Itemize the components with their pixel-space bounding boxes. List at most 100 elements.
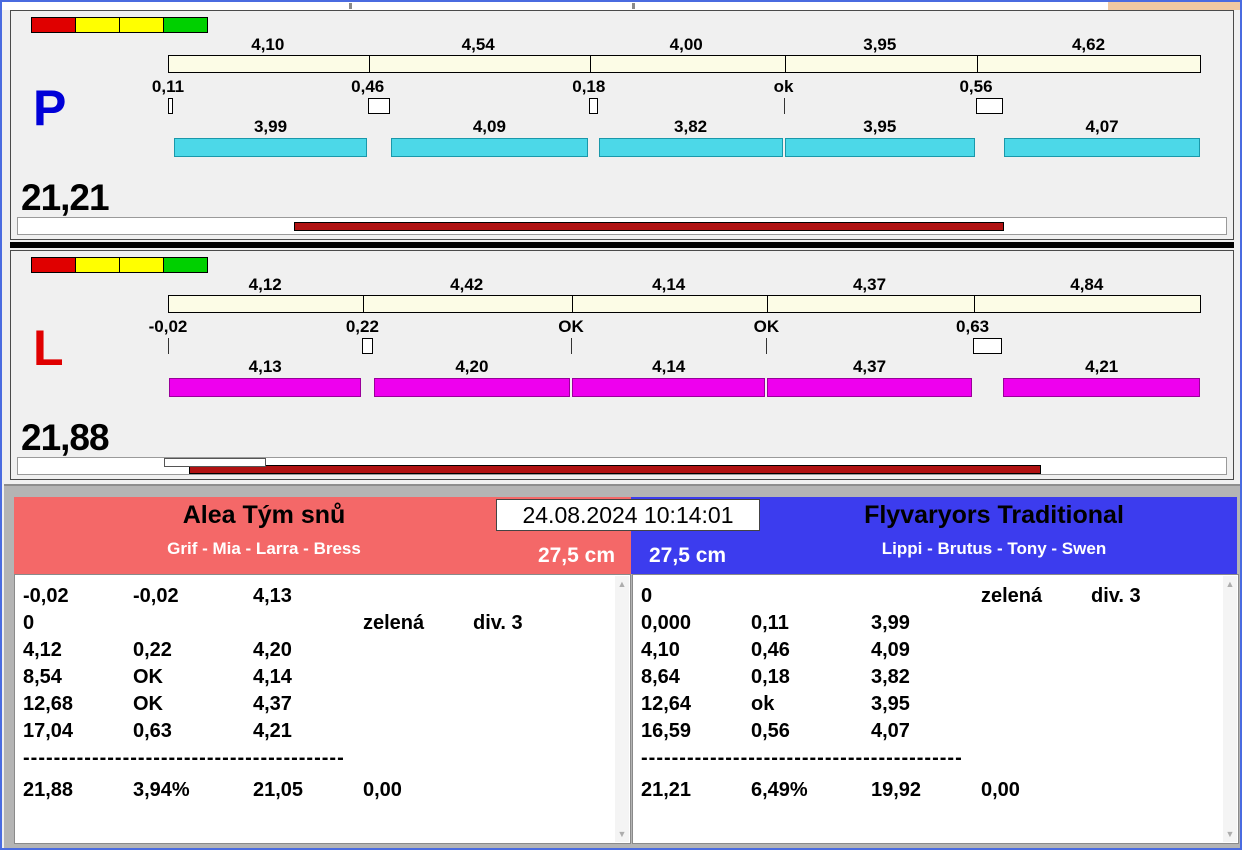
- traffic-light: [75, 17, 120, 33]
- score-cell: 4,12: [23, 639, 62, 661]
- totals-row: 21,21 6,49% 19,92 0,00: [633, 777, 1222, 804]
- score-cell: div. 3: [473, 612, 523, 634]
- scrollbar[interactable]: ▲ ▼: [1223, 576, 1237, 842]
- scroll-up-icon[interactable]: ▲: [1223, 579, 1237, 589]
- traffic-lights: [31, 17, 208, 33]
- score-cell: 0,56: [751, 720, 790, 742]
- traffic-lights: [31, 257, 208, 273]
- segment-distance-label: 4,10: [251, 35, 285, 54]
- score-cell: div. 3: [1091, 585, 1141, 607]
- score-panel-right: 0 zelená div. 3 0,000 0,11 3,99 4,10 0,46 4,09 8,…: [632, 574, 1239, 844]
- measure-bar: [767, 378, 972, 397]
- gap-marker: [367, 98, 391, 114]
- measure-value-label: 4,09: [472, 117, 506, 136]
- measure-bar: [1004, 138, 1200, 157]
- gap-value-label: ok: [773, 77, 794, 96]
- score-cell: 3,95: [871, 693, 910, 715]
- measure-bar: [784, 138, 975, 157]
- gap-marker: [168, 338, 169, 354]
- team-players: Grif - Mia - Larra - Bress: [167, 539, 361, 558]
- score-row: 0 zelená div. 3: [633, 583, 1222, 610]
- scroll-up-icon[interactable]: ▲: [615, 579, 629, 589]
- score-row: 0,000 0,11 3,99: [633, 610, 1222, 637]
- score-cell: 0,000: [641, 612, 692, 634]
- traffic-light: [31, 257, 76, 273]
- totals-row: 21,88 3,94% 21,05 0,00: [15, 777, 614, 804]
- score-cell: 4,07: [871, 720, 910, 742]
- score-rows: -0,02 -0,02 4,13 0 zelená div. 3 4,12 0,22 4,20 8…: [15, 583, 614, 804]
- traffic-light: [75, 257, 120, 273]
- gap-value-label: 0,22: [345, 317, 379, 336]
- score-cell: 8,64: [641, 666, 680, 688]
- gap-value-label: -0,02: [148, 317, 188, 336]
- score-cell: 4,10: [641, 639, 680, 661]
- score-cell: 4,14: [253, 666, 292, 688]
- gap-marker: [972, 338, 1003, 354]
- segment-distance-label: 4,54: [461, 35, 495, 54]
- measure-bar: [598, 138, 783, 157]
- gap-value-label: 0,56: [959, 77, 993, 96]
- ruler-tick: [363, 296, 365, 312]
- scrollbar[interactable]: ▲ ▼: [615, 576, 629, 842]
- score-cell: zelená: [981, 585, 1043, 607]
- team-players: Lippi - Brutus - Tony - Swen: [881, 539, 1107, 558]
- score-cell: 3,82: [871, 666, 910, 688]
- titlebar-tick: [349, 3, 352, 9]
- score-cell: 12,64: [641, 693, 692, 715]
- scroll-down-icon[interactable]: ▼: [1223, 829, 1237, 839]
- score-cell: 4,13: [253, 585, 292, 607]
- score-cell: 0,46: [751, 639, 790, 661]
- distance-ruler: [168, 295, 1201, 313]
- totals-cell: 0,00: [981, 779, 1020, 801]
- traffic-light: [119, 257, 164, 273]
- totals-cell: 6,49%: [751, 779, 808, 801]
- ruler-tick: [767, 296, 769, 312]
- measure-bar: [1003, 378, 1200, 397]
- gap-marker: [588, 98, 598, 114]
- gap-marker: [362, 338, 373, 354]
- gap-value-label: 0,63: [956, 317, 990, 336]
- segment-distance-label: 4,14: [652, 275, 686, 294]
- scroll-down-icon[interactable]: ▼: [615, 829, 629, 839]
- segment-distance-label: 4,84: [1070, 275, 1104, 294]
- segment-distance-label: 3,95: [863, 35, 897, 54]
- ruler-tick: [973, 296, 975, 312]
- lane-letter: L: [33, 320, 64, 376]
- measure-value-label: 4,14: [652, 357, 686, 376]
- score-row: 4,12 0,22 4,20: [15, 637, 614, 664]
- measure-bar: [169, 378, 362, 397]
- measure-value-label: 4,20: [455, 357, 489, 376]
- gap-value-label: 0,18: [572, 77, 606, 96]
- lane-letter: P: [33, 80, 67, 136]
- panel-divider: [10, 242, 1234, 248]
- totals-cell: 21,05: [253, 779, 304, 801]
- score-cell: zelená: [363, 612, 425, 634]
- segment-distance-label: 4,62: [1071, 35, 1106, 54]
- score-cell: OK: [133, 693, 163, 715]
- score-row: 16,59 0,56 4,07: [633, 718, 1222, 745]
- gap-marker: [571, 338, 572, 354]
- gap-value-label: 0,11: [151, 77, 185, 96]
- gap-marker: [976, 98, 1004, 114]
- score-cell: 4,21: [253, 720, 292, 742]
- score-cell: 0,11: [751, 612, 789, 634]
- score-cell: 0,63: [133, 720, 172, 742]
- score-cell: -0,02: [23, 585, 69, 607]
- ruler-tick: [977, 56, 978, 72]
- gap-marker: [168, 98, 174, 114]
- titlebar-corner: [1108, 2, 1240, 10]
- progress-strip: [17, 457, 1227, 475]
- segment-distance-label: 4,00: [669, 35, 703, 54]
- score-cell: OK: [133, 666, 163, 688]
- gap-value-label: OK: [558, 317, 584, 336]
- totals-cell: 19,92: [871, 779, 922, 801]
- score-cell: 8,54: [23, 666, 62, 688]
- traffic-light: [119, 17, 164, 33]
- measure-value-label: 3,82: [674, 117, 708, 136]
- score-cell: 0: [641, 585, 653, 607]
- gap-value-label: 0,46: [351, 77, 385, 96]
- totals-cell: 0,00: [363, 779, 402, 801]
- progress-marker: [164, 458, 266, 467]
- score-cell: 16,59: [641, 720, 692, 742]
- score-cell: 0,18: [751, 666, 790, 688]
